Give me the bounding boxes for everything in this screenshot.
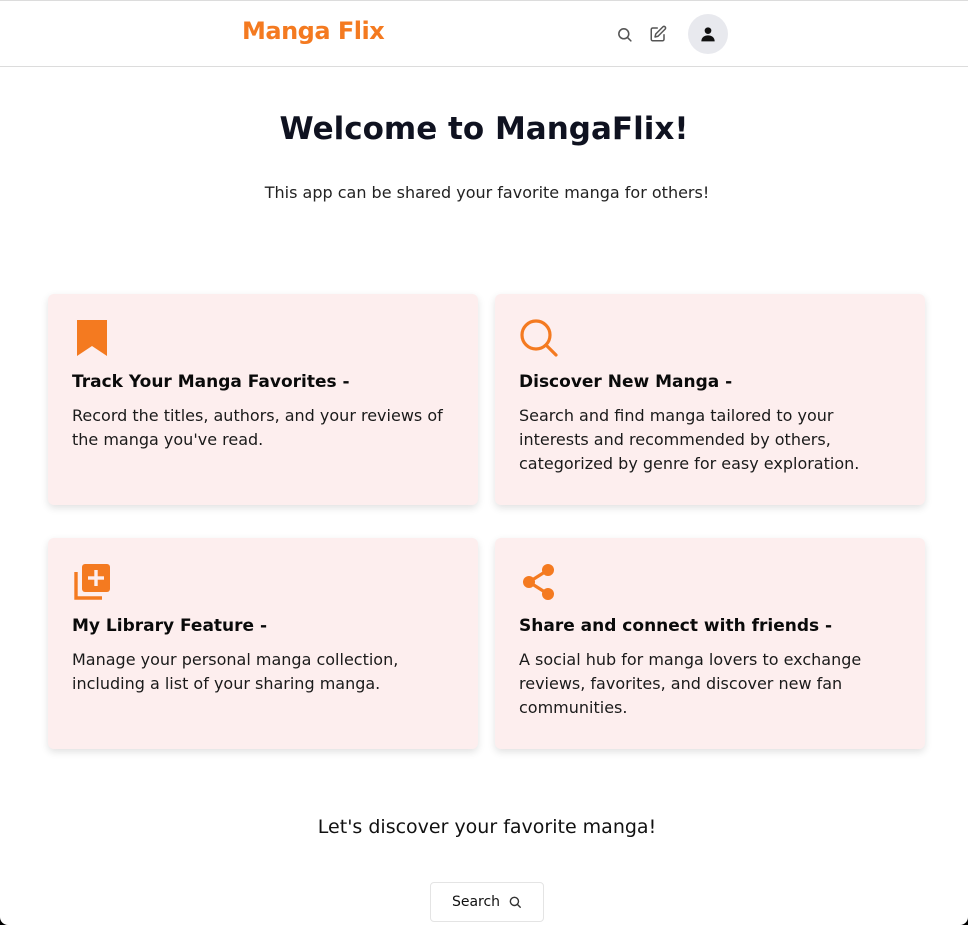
navbar: Manga Flix <box>0 1 968 67</box>
feature-card-library: My Library Feature - Manage your persona… <box>48 538 478 749</box>
search-icon <box>509 896 521 908</box>
brand-logo[interactable]: Manga Flix <box>242 17 385 45</box>
feature-title: Track Your Manga Favorites - <box>72 372 350 392</box>
user-avatar-button[interactable] <box>688 14 728 54</box>
bookmark-icon <box>77 320 107 356</box>
cta-text: Let's discover your favorite manga! <box>317 816 657 838</box>
feature-description: Search and find manga tailored to your i… <box>519 406 860 473</box>
user-icon <box>701 27 715 42</box>
edit-icon[interactable] <box>645 21 671 47</box>
search-button[interactable]: Search <box>430 882 544 922</box>
page-title: Welcome to MangaFlix! <box>279 111 689 147</box>
feature-title: Discover New Manga - <box>519 372 733 392</box>
library-add-icon <box>74 564 110 600</box>
feature-description: A social hub for manga lovers to exchang… <box>519 650 862 717</box>
search-icon <box>520 319 558 357</box>
feature-description: Record the titles, authors, and your rev… <box>72 406 443 449</box>
feature-card-track-favorites: Track Your Manga Favorites - Record the … <box>48 294 478 505</box>
feature-card-discover: Discover New Manga - Search and find man… <box>495 294 925 505</box>
feature-description: Manage your personal manga collection, i… <box>72 650 399 693</box>
page: Manga Flix Welcome to MangaFlix! This ap… <box>0 0 968 925</box>
search-icon[interactable] <box>611 21 637 47</box>
feature-card-share: Share and connect with friends - A socia… <box>495 538 925 749</box>
page-subtitle: This app can be shared your favorite man… <box>264 183 710 202</box>
share-icon <box>523 564 554 600</box>
feature-title: My Library Feature - <box>72 616 268 636</box>
feature-title: Share and connect with friends - <box>519 616 833 636</box>
search-button-label: Search <box>451 894 501 910</box>
